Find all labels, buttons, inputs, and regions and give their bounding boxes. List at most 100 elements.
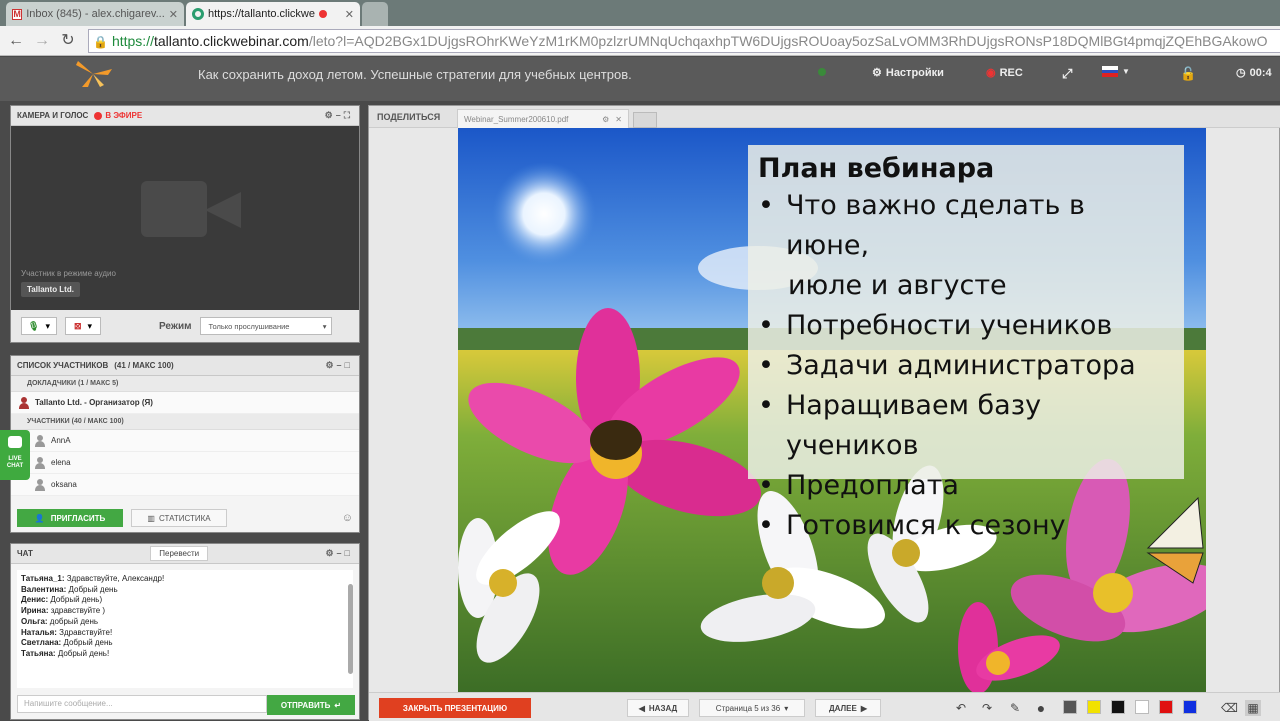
chevron-down-icon: ▾ bbox=[784, 703, 789, 713]
reload-icon[interactable]: ↻ bbox=[58, 31, 78, 51]
close-presentation-button[interactable]: ЗАКРЫТЬ ПРЕЗЕНТАЦИЮ bbox=[379, 698, 531, 718]
participants-section[interactable]: УЧАСТНИКИ (40 / МАКС 100) bbox=[11, 414, 359, 430]
settings-label: Настройки bbox=[885, 66, 944, 79]
microphone-toggle[interactable]: 🎙 ▾ bbox=[21, 317, 57, 335]
live-label: В ЭФИРЕ bbox=[105, 111, 143, 120]
undo-icon[interactable]: ↶ bbox=[953, 700, 969, 716]
unlock-icon[interactable]: 🔓 bbox=[1180, 66, 1196, 82]
chat-scrollbar[interactable] bbox=[348, 584, 353, 674]
list-item[interactable]: oksana bbox=[11, 474, 359, 496]
tab-gmail[interactable]: M Inbox (845) - alex.chigarev... ✕ bbox=[6, 2, 184, 26]
chat-author: Ирина: bbox=[21, 606, 49, 616]
live-chat-tab[interactable]: LIVE CHAT bbox=[0, 430, 30, 480]
chat-input[interactable]: Напишите сообщение... bbox=[17, 695, 267, 713]
emoji-icon[interactable]: ☺ bbox=[342, 512, 353, 524]
speakers-section[interactable]: ДОКЛАДЧИКИ (1 / МАКС 5) bbox=[11, 376, 359, 392]
document-tab[interactable]: Webinar_Summer200610.pdf ⚙ ✕ bbox=[457, 109, 629, 128]
camera-off-icon: ⊠ bbox=[73, 320, 82, 331]
presentation-header: ПОДЕЛИТЬСЯ Webinar_Summer200610.pdf ⚙ ✕ bbox=[369, 106, 1280, 128]
color-swatch-yellow[interactable] bbox=[1087, 700, 1101, 714]
address-bar-row: ← → ↻ 🔒 https://tallanto.clickwebinar.com… bbox=[0, 26, 1280, 56]
color-swatch-blue[interactable] bbox=[1183, 700, 1197, 714]
slide-title: План вебинара bbox=[758, 153, 995, 184]
camera-toggle[interactable]: ⊠ ▾ bbox=[65, 317, 101, 335]
arrow-right-icon: ▶ bbox=[860, 703, 867, 713]
timer-value: 00:4 bbox=[1249, 66, 1272, 79]
new-document-tab-button[interactable] bbox=[633, 112, 657, 128]
chat-message: Ольга: добрый день bbox=[21, 617, 349, 628]
invite-button[interactable]: 👤 ПРИГЛАСИТЬ bbox=[17, 509, 123, 527]
list-item[interactable]: AnnA bbox=[11, 430, 359, 452]
url-input[interactable]: 🔒 https://tallanto.clickwebinar.com/leto?… bbox=[88, 29, 1280, 53]
forward-icon[interactable]: → bbox=[32, 31, 52, 51]
statistics-button[interactable]: ▥ СТАТИСТИКА bbox=[131, 509, 227, 527]
agenda-item: • Что важно сделать в июне, bbox=[758, 186, 1174, 266]
settings-button[interactable]: ⚙ Настройки bbox=[872, 66, 944, 80]
mode-label: Режим bbox=[159, 320, 192, 332]
camera-panel: КАМЕРА И ГОЛОС В ЭФИРЕ ⚙–⛶ Участник в ре… bbox=[10, 105, 360, 343]
language-select[interactable]: ▼ bbox=[1102, 66, 1130, 77]
color-swatch-black[interactable] bbox=[1111, 700, 1125, 714]
record-button[interactable]: ◉ REC bbox=[986, 66, 1023, 80]
participants-panel: СПИСОК УЧАСТНИКОВ (41 / МАКС 100) ⚙–□ ДО… bbox=[10, 355, 360, 533]
tab-tallanto[interactable]: https://tallanto.clickwe ✕ bbox=[186, 2, 360, 26]
page-select[interactable]: Страница 5 из 36 ▾ bbox=[699, 699, 805, 717]
tallanto-icon bbox=[192, 8, 204, 20]
video-area: Участник в режиме аудио Tallanto Ltd. bbox=[11, 126, 359, 310]
add-user-icon: 👤 bbox=[34, 513, 45, 523]
agenda-item-text: июле и августе bbox=[788, 270, 1007, 301]
gear-icon[interactable]: ⚙ bbox=[602, 115, 609, 124]
document-tab-title: Webinar_Summer200610.pdf bbox=[464, 114, 569, 124]
mode-select[interactable]: Только прослушивание ▾ bbox=[199, 317, 332, 335]
chat-text: Здравствуйте, Александр! bbox=[64, 574, 165, 583]
url-scheme: https:// bbox=[111, 33, 154, 49]
camera-panel-title: КАМЕРА И ГОЛОС bbox=[17, 111, 89, 120]
chevron-down-icon: ▼ bbox=[1122, 67, 1130, 76]
chat-author: Валентина: bbox=[21, 584, 67, 594]
list-item[interactable]: elena bbox=[11, 452, 359, 474]
translate-button[interactable]: Перевести bbox=[150, 546, 209, 561]
close-tab-icon[interactable]: ✕ bbox=[345, 8, 354, 21]
send-button[interactable]: ОТПРАВИТЬ ↵ bbox=[267, 695, 355, 715]
back-icon[interactable]: ← bbox=[6, 31, 26, 51]
presentation-panel: ПОДЕЛИТЬСЯ Webinar_Summer200610.pdf ⚙ ✕ bbox=[368, 105, 1280, 721]
grid-icon[interactable]: ▦ bbox=[1245, 700, 1261, 716]
organizer-row[interactable]: Tallanto Ltd. - Организатор (Я) bbox=[11, 392, 359, 414]
user-icon bbox=[35, 456, 45, 469]
color-swatch-white[interactable] bbox=[1135, 700, 1149, 714]
chat-panel: ЧАТ Перевести ⚙–□ Татьяна_1: Здравствуйт… bbox=[10, 543, 360, 720]
redo-icon[interactable]: ↷ bbox=[979, 700, 995, 716]
brush-size-icon[interactable]: ● bbox=[1033, 700, 1049, 716]
gmail-icon: M bbox=[12, 8, 23, 20]
eraser-icon[interactable]: ⌫ bbox=[1221, 700, 1238, 716]
color-swatch-red[interactable] bbox=[1159, 700, 1173, 714]
next-page-button[interactable]: ДАЛЕЕ ▶ bbox=[815, 699, 881, 717]
camera-controls: 🎙 ▾ ⊠ ▾ Режим Только прослушивание ▾ bbox=[11, 310, 359, 342]
agenda-item: • Задачи администратора bbox=[758, 346, 1174, 386]
browser-tab-strip: M Inbox (845) - alex.chigarev... ✕ https… bbox=[0, 0, 1280, 26]
panel-window-controls[interactable]: ⚙–□ bbox=[325, 360, 353, 371]
close-tab-icon[interactable]: ✕ bbox=[169, 8, 178, 21]
chat-panel-header: ЧАТ Перевести ⚙–□ bbox=[11, 544, 359, 564]
fullscreen-icon[interactable]: ⤢ bbox=[1062, 66, 1072, 82]
new-tab-button[interactable] bbox=[362, 2, 388, 26]
previous-page-button[interactable]: ◀ НАЗАД bbox=[627, 699, 689, 717]
presenter-nameplate: Tallanto Ltd. bbox=[21, 282, 80, 297]
participants-title: СПИСОК УЧАСТНИКОВ bbox=[17, 361, 109, 370]
close-icon[interactable]: ✕ bbox=[615, 115, 622, 124]
panel-window-controls[interactable]: ⚙–⛶ bbox=[325, 110, 353, 121]
chart-icon: ▥ bbox=[147, 513, 155, 523]
participant-name: oksana bbox=[51, 480, 77, 489]
chat-text: Здравствуйте! bbox=[56, 627, 113, 637]
organizer-name: Tallanto Ltd. - Организатор (Я) bbox=[35, 398, 153, 407]
chat-message: Ирина: здравствуйте ) bbox=[21, 606, 349, 617]
panel-window-controls[interactable]: ⚙–□ bbox=[325, 548, 353, 559]
pen-icon[interactable]: ✎ bbox=[1007, 700, 1023, 716]
tab-title: Inbox (845) - alex.chigarev... bbox=[26, 8, 165, 20]
color-swatch-gray[interactable] bbox=[1063, 700, 1077, 714]
share-label[interactable]: ПОДЕЛИТЬСЯ bbox=[377, 112, 440, 122]
back-label: НАЗАД bbox=[648, 703, 678, 713]
connection-status-icon bbox=[818, 68, 826, 76]
agenda-item-text: Готовимся к сезону bbox=[786, 510, 1066, 541]
sun-icon bbox=[492, 162, 596, 266]
